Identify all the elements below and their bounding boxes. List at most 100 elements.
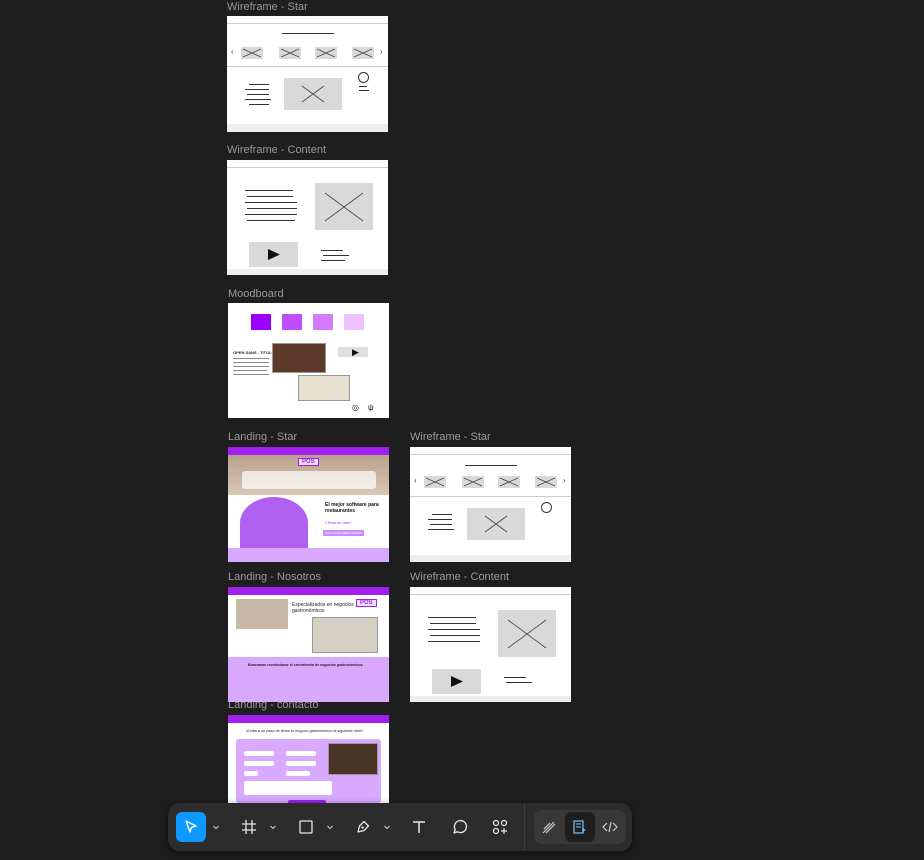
form-field[interactable] — [244, 751, 274, 756]
wf-text-line — [323, 255, 349, 256]
wf-image-placeholder — [535, 476, 557, 488]
frame-wireframe-content-2[interactable] — [410, 587, 571, 702]
frame-wireframe-star[interactable]: ‹ › — [227, 16, 388, 132]
frame-label-landing-nosotros[interactable]: Landing - Nosotros — [228, 571, 321, 583]
move-tool-button[interactable] — [176, 812, 206, 842]
wf-text-line — [247, 94, 269, 95]
chevron-down-icon[interactable] — [325, 819, 335, 835]
wf-image-placeholder — [498, 476, 520, 488]
divider — [410, 496, 571, 497]
play-icon: ▶ — [352, 347, 359, 357]
dev-mode-button[interactable] — [595, 812, 625, 842]
shape-tool-button[interactable] — [291, 812, 321, 842]
wf-image-placeholder — [498, 610, 556, 657]
code-icon — [602, 821, 618, 833]
wf-video-placeholder — [249, 242, 298, 267]
frame-landing-contacto[interactable]: ¡Estás a un paso de llevar tu negocio ga… — [228, 715, 389, 803]
wf-footer — [227, 269, 388, 275]
whatsapp-icon: ◎ — [352, 403, 359, 412]
components-icon — [492, 819, 508, 835]
landing-tagline: «Todo en uno» — [325, 520, 352, 525]
wf-text-line — [247, 196, 293, 197]
wf-text-line — [428, 641, 480, 642]
wf-text-line — [428, 519, 452, 520]
color-swatch — [282, 314, 302, 330]
wf-text-line — [504, 677, 526, 678]
chevron-right-icon: › — [563, 476, 566, 485]
close-icon — [358, 72, 369, 83]
pos-badge: POS — [298, 458, 319, 466]
moodboard-text-line — [233, 370, 267, 371]
wf-text-line — [432, 514, 452, 515]
frame-label-moodboard[interactable]: Moodboard — [228, 288, 284, 300]
actions-tool-button[interactable] — [485, 812, 515, 842]
wf-text-line — [247, 220, 295, 221]
draw-mode-button[interactable] — [534, 812, 564, 842]
wf-text-line — [249, 84, 269, 85]
chevron-left-icon: ‹ — [414, 476, 417, 485]
wf-text-line — [245, 214, 297, 215]
landing-headline: ¡Estás a un paso de llevar tu negocio ga… — [246, 729, 363, 733]
form-field[interactable] — [286, 771, 310, 776]
wf-text-line — [245, 99, 271, 100]
frame-label-wireframe-star-2[interactable]: Wireframe - Star — [410, 431, 491, 443]
form-field[interactable] — [286, 761, 316, 766]
chevron-down-icon[interactable] — [268, 819, 278, 835]
text-tool-button[interactable] — [404, 812, 434, 842]
landing-banner-text: Buscamos revolucionar el crecimiento de … — [248, 663, 363, 667]
frame-label-wireframe-content-2[interactable]: Wireframe - Content — [410, 571, 509, 583]
frame-label-landing-star[interactable]: Landing - Star — [228, 431, 297, 443]
wf-footer — [410, 696, 571, 702]
landing-team-photo — [240, 497, 308, 549]
pen-tool-button[interactable] — [348, 812, 378, 842]
frame-landing-star[interactable]: POS El mejor software para restaurantes … — [228, 447, 389, 562]
wf-image-placeholder — [279, 47, 301, 59]
wf-header — [227, 160, 388, 168]
color-swatch — [344, 314, 364, 330]
chevron-down-icon[interactable] — [211, 819, 221, 835]
moodboard-text-line — [233, 358, 269, 359]
comment-icon — [453, 819, 468, 834]
wf-text-line — [428, 529, 454, 530]
divider — [227, 66, 388, 67]
wf-text-line — [249, 104, 269, 105]
frame-label-wireframe-content[interactable]: Wireframe - Content — [227, 144, 326, 156]
contact-laptop-image — [328, 743, 378, 775]
form-message-field[interactable] — [244, 781, 332, 795]
rectangle-icon — [299, 820, 313, 834]
frame-tool-button[interactable] — [234, 812, 264, 842]
form-field[interactable] — [286, 751, 316, 756]
chevron-right-icon: › — [380, 47, 383, 56]
moodboard-text-line — [233, 366, 269, 367]
wf-video-placeholder — [432, 669, 481, 694]
wf-text-line — [321, 260, 345, 261]
frame-label-wireframe-star[interactable]: Wireframe - Star — [227, 1, 308, 13]
landing-cta-button[interactable]: SOLICITAR DEMO GRATIS — [323, 530, 365, 536]
wf-text-line — [245, 89, 269, 90]
form-field[interactable] — [244, 771, 258, 776]
wf-text-line — [428, 617, 476, 618]
design-mode-button[interactable] — [565, 812, 595, 842]
frame-wireframe-content[interactable] — [227, 160, 388, 275]
wf-text-line — [245, 190, 293, 191]
color-swatch — [251, 314, 271, 330]
wf-image-placeholder — [315, 183, 373, 230]
wf-footer — [227, 124, 388, 132]
wf-text-line — [430, 635, 480, 636]
pen-icon — [357, 820, 370, 833]
draw-icon — [542, 821, 556, 834]
frame-landing-nosotros[interactable]: POS Especializados en negocios gastronóm… — [228, 587, 389, 702]
cursor-icon — [185, 820, 197, 833]
wf-text-line — [359, 90, 369, 91]
moodboard-text-line — [233, 374, 269, 375]
form-field[interactable] — [244, 761, 274, 766]
frame-wireframe-star-2[interactable]: ‹ › — [410, 447, 571, 562]
moodboard-laptop-image — [272, 343, 326, 373]
wf-text-line — [430, 524, 452, 525]
chevron-down-icon[interactable] — [382, 819, 392, 835]
comment-tool-button[interactable] — [445, 812, 475, 842]
wf-text-line — [506, 682, 532, 683]
landing-headline: El mejor software para restaurantes — [325, 502, 379, 514]
frame-moodboard[interactable]: OPEN SANS - TITULO ▶ ◎ ψ — [228, 303, 389, 418]
wf-footer — [410, 555, 571, 562]
